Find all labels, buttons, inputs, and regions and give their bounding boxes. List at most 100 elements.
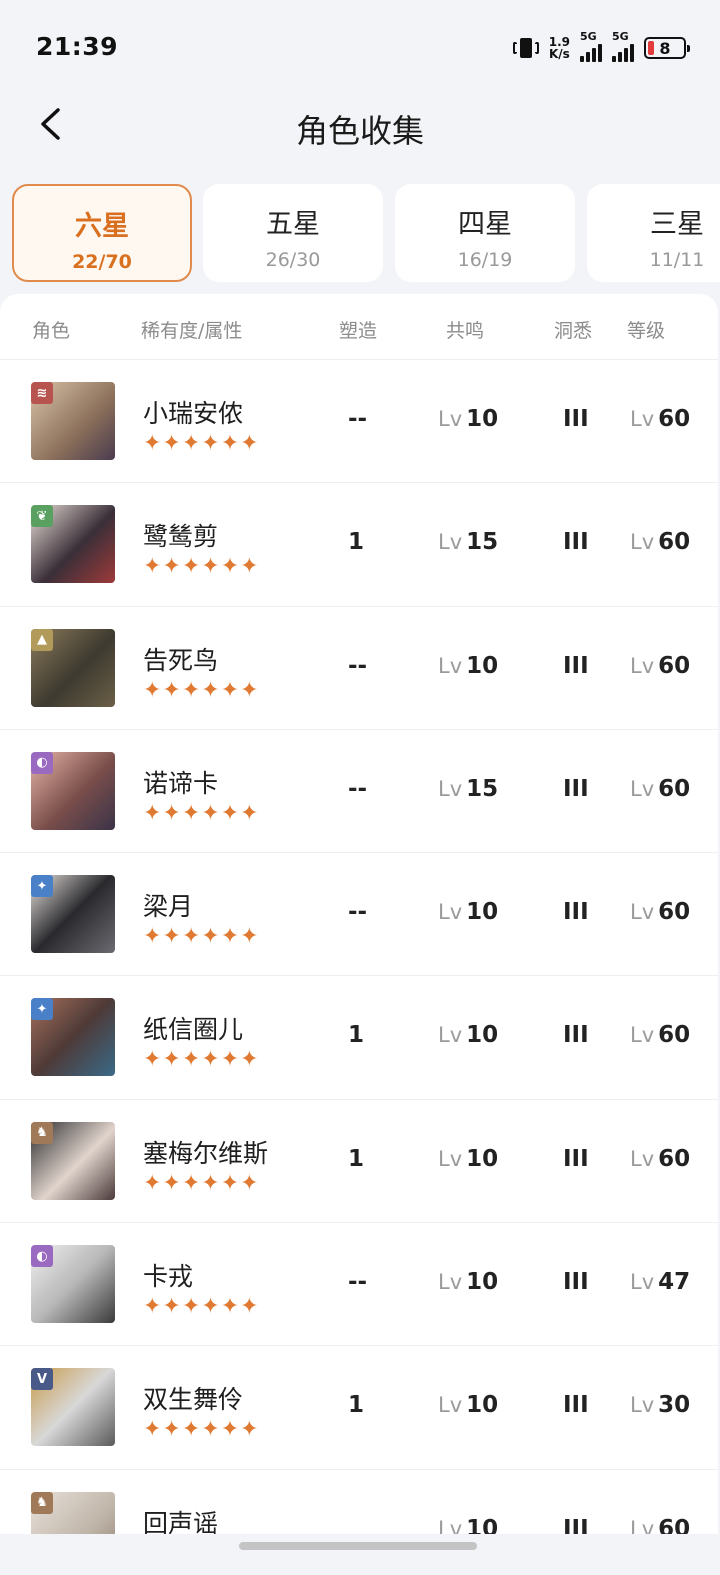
lv-prefix: Lv	[630, 1023, 655, 1048]
character-name: 回声谣	[143, 1508, 219, 1534]
character-name: 告死鸟	[143, 645, 219, 675]
resonance-value: Lv 10	[438, 1516, 498, 1534]
insight-value: III	[563, 652, 589, 679]
lv-prefix: Lv	[630, 653, 655, 678]
level-number: 47	[658, 1269, 691, 1296]
lv-prefix: Lv	[438, 900, 463, 925]
battery-icon: 8	[644, 37, 690, 59]
character-avatar: ✦	[31, 998, 115, 1077]
tab-count: 22/70	[72, 251, 132, 273]
resonance-value: Lv 15	[438, 529, 498, 555]
lv-prefix: Lv	[630, 1270, 655, 1295]
character-avatar: ♞	[31, 1121, 115, 1200]
status-bar: 21:39 1.9 K/s 5G 5G 8	[0, 0, 720, 90]
lv-prefix: Lv	[630, 900, 655, 925]
tab-count: 26/30	[265, 249, 321, 271]
star-icon: ✦	[31, 998, 53, 1021]
character-rows: ≋ 小瑞安侬 ✦✦✦✦✦✦ -- Lv 10 III Lv 60 ❦ 鹭鸶剪 ✦✦✦…	[0, 360, 718, 1534]
character-list-panel[interactable]: 角色 稀有度/属性 塑造 共鸣 洞悉 等级 ≋ 小瑞安侬 ✦✦✦✦✦✦ -- L…	[0, 294, 718, 1534]
character-row[interactable]: ✦ 梁月 ✦✦✦✦✦✦ -- Lv 10 III Lv 60	[0, 853, 718, 977]
resonance-number: 10	[466, 899, 499, 926]
character-avatar: ❦	[31, 505, 115, 584]
rarity-stars: ✦✦✦✦✦✦	[143, 1170, 260, 1196]
lv-prefix: Lv	[630, 1516, 655, 1534]
chevron-icon: V	[31, 1368, 53, 1391]
character-avatar: ♞	[31, 1491, 115, 1534]
shape-value: 1	[348, 529, 365, 556]
lv-prefix: Lv	[438, 530, 463, 555]
column-level: 等级	[627, 320, 666, 342]
character-avatar: ≋	[31, 382, 115, 460]
character-avatar: ◐	[31, 1245, 115, 1324]
leaf-icon: ❦	[31, 505, 53, 528]
insight-value: III	[563, 899, 589, 926]
level-number: 60	[658, 775, 691, 802]
character-row[interactable]: ❦ 鹭鸶剪 ✦✦✦✦✦✦ 1 Lv 15 III Lv 60	[0, 483, 718, 607]
column-resonance: 共鸣	[446, 320, 485, 342]
character-avatar: ✦	[31, 875, 115, 954]
character-name: 塞梅尔维斯	[143, 1138, 269, 1168]
level-value: Lv 60	[630, 1516, 690, 1534]
character-row[interactable]: ◐ 诺谛卡 ✦✦✦✦✦✦ -- Lv 15 III Lv 60	[0, 730, 718, 854]
tab-five-star[interactable]: 五星 26/30	[203, 184, 383, 282]
character-avatar: V	[31, 1368, 115, 1447]
level-value: Lv 60	[630, 529, 690, 555]
page-title: 角色收集	[295, 112, 424, 150]
battery-level: 8	[659, 38, 671, 58]
shape-value: 1	[348, 1392, 365, 1419]
lv-prefix: Lv	[438, 776, 463, 801]
lv-prefix: Lv	[438, 1393, 463, 1418]
column-character: 角色	[32, 320, 71, 342]
tab-three-star[interactable]: 三星 11/11	[587, 184, 720, 282]
resonance-number: 10	[466, 1269, 499, 1296]
status-icons: 1.9 K/s 5G 5G 8	[512, 30, 690, 62]
character-row[interactable]: ♞ 回声谣 ✦✦✦✦✦✦ Lv10 III Lv60	[0, 1470, 718, 1534]
resonance-value: Lv 15	[438, 776, 498, 802]
tab-label: 六星	[75, 211, 129, 242]
resonance-value: Lv 10	[438, 899, 498, 925]
insight-value: III	[563, 1515, 589, 1534]
lv-prefix: Lv	[438, 1146, 463, 1171]
header: 角色收集	[0, 92, 720, 162]
character-row[interactable]: ◐ 卡戎 ✦✦✦✦✦✦ -- Lv 10 III Lv 47	[0, 1223, 718, 1347]
insight-value: III	[563, 1269, 589, 1296]
resonance-number: 10	[466, 1515, 499, 1534]
character-name: 小瑞安侬	[143, 399, 244, 428]
lv-prefix: Lv	[438, 1270, 463, 1295]
lv-prefix: Lv	[630, 1146, 655, 1171]
level-number: 60	[658, 652, 691, 679]
rarity-stars: ✦✦✦✦✦✦	[143, 431, 260, 456]
mountain-icon: ▲	[31, 628, 53, 651]
character-row[interactable]: ▲ 告死鸟 ✦✦✦✦✦✦ -- Lv 10 III Lv 60	[0, 607, 718, 730]
column-shape: 塑造	[339, 320, 378, 342]
moon-icon: ◐	[31, 1245, 53, 1268]
level-value: Lv 60	[630, 653, 690, 679]
lv-prefix: Lv	[438, 653, 463, 678]
rarity-tabs: 六星 22/70 五星 26/30 四星 16/19 三星 11/11	[12, 184, 720, 284]
resonance-value: Lv 10	[438, 1392, 498, 1418]
network-speed-unit: K/s	[548, 47, 570, 61]
home-indicator[interactable]	[239, 1542, 477, 1550]
character-row[interactable]: ✦ 纸信圈儿 ✦✦✦✦✦✦ 1 Lv 10 III Lv 60	[0, 976, 718, 1100]
tab-six-star[interactable]: 六星 22/70	[12, 184, 192, 282]
character-row[interactable]: V 双生舞伶 ✦✦✦✦✦✦ 1 Lv 10 III Lv 30	[0, 1346, 718, 1470]
level-value: Lv 47	[630, 1269, 690, 1295]
resonance-value: Lv 10	[438, 1269, 498, 1295]
resonance-number: 15	[466, 775, 499, 802]
resonance-number: 10	[466, 1145, 499, 1172]
level-number: 60	[658, 406, 691, 432]
character-row[interactable]: ≋ 小瑞安侬 ✦✦✦✦✦✦ -- Lv 10 III Lv 60	[0, 360, 718, 484]
rarity-stars: ✦✦✦✦✦✦	[143, 800, 260, 826]
star-icon: ✦	[31, 875, 53, 898]
signal-icon-sim1: 5G	[580, 30, 602, 62]
shape-value: --	[348, 899, 368, 926]
insight-value: III	[563, 1392, 589, 1419]
tab-count: 11/11	[649, 249, 705, 271]
resonance-value: Lv 10	[438, 1022, 498, 1048]
tab-label: 五星	[266, 209, 320, 240]
tab-four-star[interactable]: 四星 16/19	[395, 184, 575, 282]
character-row[interactable]: ♞ 塞梅尔维斯 ✦✦✦✦✦✦ 1 Lv 10 III Lv 60	[0, 1100, 718, 1224]
character-name: 纸信圈儿	[143, 1015, 244, 1045]
shape-value: --	[348, 406, 368, 432]
resonance-number: 10	[466, 652, 499, 679]
